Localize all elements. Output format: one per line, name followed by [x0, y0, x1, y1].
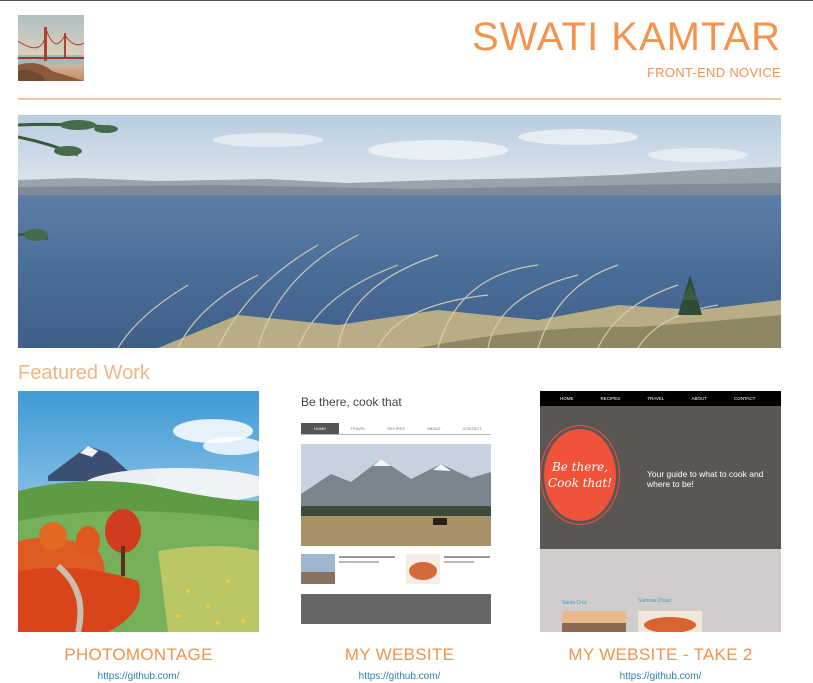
preview-nav: HOME RECIPES TRAVEL ABOUT CONTACT: [540, 391, 781, 406]
github-link[interactable]: https://github.com/: [18, 671, 259, 682]
site-title: SWATI KAMTAR: [471, 15, 781, 59]
preview-nav-item: ABOUT: [691, 396, 707, 401]
preview-card-image: [562, 611, 626, 632]
preview-card-label: Santa Cruz: [562, 600, 588, 606]
preview-nav-item: CONTACT: [462, 426, 482, 431]
preview-logo-line2: Cook that!: [547, 476, 613, 490]
preview-nav-item: RECIPES: [387, 426, 405, 431]
preview-nav-item: CONTACT: [733, 396, 756, 401]
project-title: MY WEBSITE: [344, 645, 455, 664]
preview-footer: [301, 594, 491, 624]
preview-card-image: [638, 611, 702, 632]
hero-lake-image: [18, 115, 781, 348]
preview-tagline: Your guide to what to cook and where to …: [647, 469, 764, 489]
github-link[interactable]: https://github.com/: [279, 671, 520, 682]
photomontage-thumbnail[interactable]: [18, 391, 259, 632]
preview-nav: HOME TRAVEL RECIPES ABOUT CONTACT: [301, 423, 491, 435]
header-divider: [18, 98, 781, 100]
featured-work-heading: Featured Work: [18, 362, 150, 384]
preview-article-1: [301, 554, 396, 584]
project-card-my-website-take-2[interactable]: HOME RECIPES TRAVEL ABOUT CONTACT Be the…: [540, 391, 781, 682]
preview-logo-line1: Be there,: [551, 460, 609, 474]
avatar: [18, 15, 84, 81]
preview-logo-circle: Be there, Cook that!: [544, 429, 616, 521]
preview-nav-item: TRAVEL: [350, 426, 366, 431]
preview-nav-item: HOME: [560, 396, 574, 401]
my-website-thumbnail[interactable]: Be there, cook that HOME TRAVEL RECIPES …: [279, 391, 520, 632]
project-card-my-website[interactable]: Be there, cook that HOME TRAVEL RECIPES …: [279, 391, 520, 682]
preview-nav-item: TRAVEL: [647, 396, 665, 401]
preview-nav-item: RECIPES: [600, 396, 621, 401]
github-link[interactable]: https://github.com/: [540, 671, 781, 682]
preview-site-title: Be there, cook that: [301, 395, 402, 409]
preview-nav-item: ABOUT: [427, 426, 441, 431]
preview-article-2: [406, 554, 491, 584]
project-title: MY WEBSITE - TAKE 2: [568, 645, 753, 664]
portfolio-page: SWATI KAMTAR FRONT-END NOVICE Featured W…: [0, 1, 813, 683]
preview-mountain-image: [301, 444, 491, 546]
my-website-take-2-thumbnail[interactable]: HOME RECIPES TRAVEL ABOUT CONTACT Be the…: [540, 391, 781, 632]
preview-card-label: Samosa Chaat: [638, 598, 672, 604]
project-title: PHOTOMONTAGE: [64, 645, 213, 664]
preview-copyright: [301, 625, 491, 627]
site-subtitle: FRONT-END NOVICE: [646, 65, 781, 80]
golden-gate-photo: [18, 15, 84, 81]
project-card-photomontage[interactable]: PHOTOMONTAGE https://github.com/: [18, 391, 259, 682]
preview-nav-item: HOME: [301, 423, 339, 434]
